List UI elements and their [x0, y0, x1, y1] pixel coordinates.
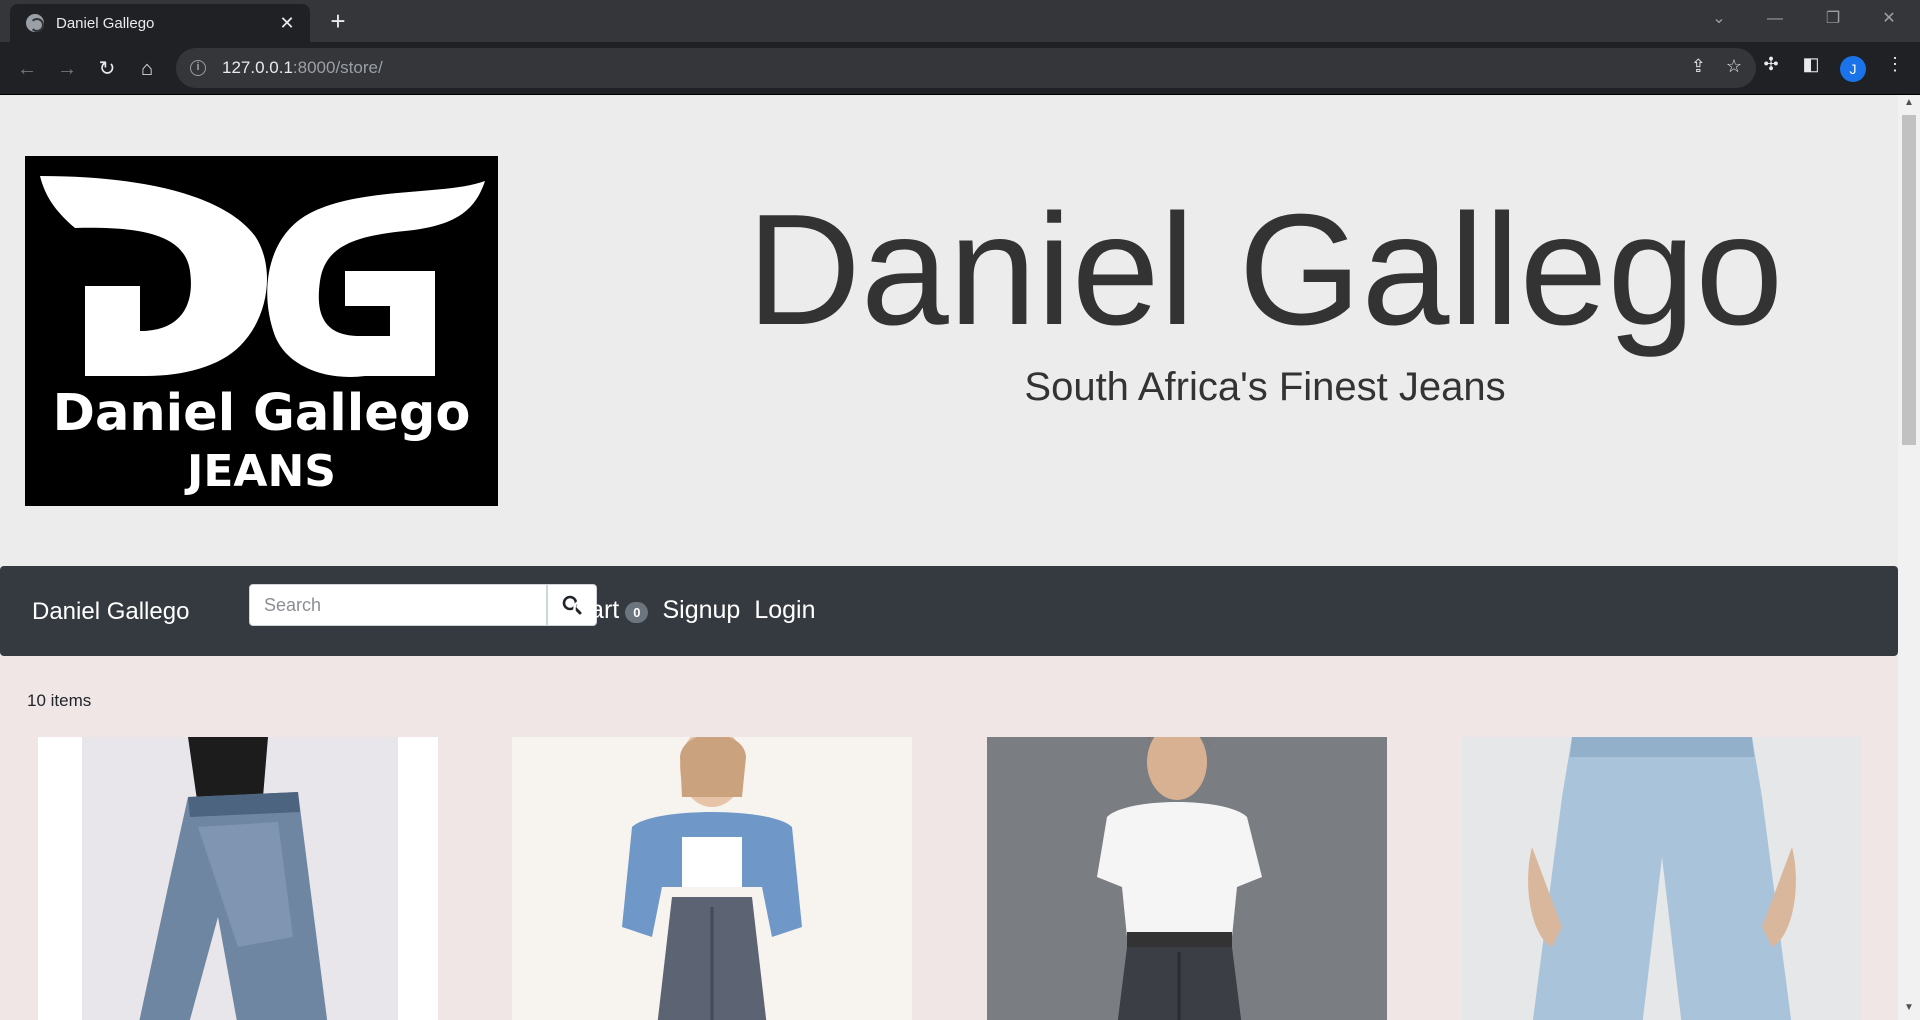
menu-icon[interactable]: ⋮ — [1880, 54, 1910, 75]
close-window-button[interactable]: ✕ — [1866, 4, 1912, 34]
minimize-button[interactable]: — — [1752, 4, 1798, 34]
reload-icon[interactable]: ↻ — [90, 52, 124, 86]
extensions-icon[interactable]: ✣ — [1756, 54, 1786, 75]
restore-button[interactable]: ❐ — [1810, 4, 1856, 34]
home-icon[interactable]: ⌂ — [130, 52, 164, 86]
product-image[interactable] — [1462, 737, 1862, 1020]
globe-icon — [26, 14, 44, 32]
url-host: 127.0.0.1 — [222, 58, 293, 77]
browser-toolbar: ← → ↻ ⌂ i 127.0.0.1:8000/store/ ⇪ ☆ ✣ ◧ … — [0, 42, 1920, 95]
product-image[interactable] — [38, 737, 438, 1020]
product-image[interactable] — [512, 737, 912, 1020]
nav-links: Cart 0 Signup Login — [572, 596, 830, 625]
signup-link[interactable]: Signup — [662, 596, 740, 625]
logo-text-jeans: JEANS — [187, 446, 336, 497]
product-image[interactable] — [987, 737, 1387, 1020]
scroll-down-icon[interactable]: ▼ — [1898, 1002, 1920, 1018]
page-viewport: Daniel Gallego JEANS Daniel Gallego Sout… — [0, 95, 1920, 1020]
address-bar[interactable]: i 127.0.0.1:8000/store/ ⇪ ☆ — [176, 48, 1756, 88]
browser-tabbar: Daniel Gallego ✕ + ⌄ — ❐ ✕ — [0, 0, 1920, 42]
browser-tab[interactable]: Daniel Gallego ✕ — [10, 4, 310, 42]
scroll-up-icon[interactable]: ▲ — [1898, 97, 1920, 113]
man-jeans-photo-icon — [987, 737, 1387, 1020]
search-input[interactable] — [249, 584, 547, 626]
scrollbar-thumb[interactable] — [1902, 115, 1916, 445]
navbar-brand-link[interactable]: Daniel Gallego — [32, 598, 189, 626]
brand-logo: Daniel Gallego JEANS — [25, 156, 498, 506]
bookmark-star-icon[interactable]: ☆ — [1726, 56, 1742, 77]
back-icon[interactable]: ← — [10, 52, 44, 86]
share-icon[interactable]: ⇪ — [1691, 56, 1706, 77]
profile-avatar[interactable]: J — [1840, 56, 1866, 82]
tab-title: Daniel Gallego — [56, 14, 155, 32]
new-tab-button[interactable]: + — [324, 7, 352, 35]
forward-icon[interactable]: → — [50, 52, 84, 86]
logo-text-name: Daniel Gallego — [52, 384, 471, 443]
hero-section: Daniel Gallego JEANS Daniel Gallego Sout… — [0, 95, 1898, 566]
page-title: Daniel Gallego — [746, 182, 1784, 358]
dg-logo-icon — [40, 176, 485, 377]
wide-leg-jeans-photo-icon — [1462, 737, 1862, 1020]
tab-search-icon[interactable]: ⌄ — [1696, 4, 1742, 34]
tab-close-icon[interactable]: ✕ — [276, 13, 298, 34]
url-path: :8000/store/ — [292, 58, 383, 77]
cart-link[interactable]: Cart — [572, 596, 619, 625]
denim-jacket-photo-icon — [512, 737, 912, 1020]
site-navbar: Daniel Gallego Cart 0 Signup Login — [0, 566, 1898, 656]
cart-count-badge: 0 — [625, 602, 649, 623]
jeans-photo-icon — [38, 737, 438, 1020]
login-link[interactable]: Login — [754, 596, 815, 625]
info-icon[interactable]: i — [190, 60, 206, 76]
side-panel-icon[interactable]: ◧ — [1796, 54, 1826, 75]
page-subtitle: South Africa's Finest Jeans — [1024, 365, 1506, 409]
item-count: 10 items — [27, 691, 92, 710]
page-scrollbar[interactable]: ▲ ▼ — [1898, 95, 1920, 1020]
